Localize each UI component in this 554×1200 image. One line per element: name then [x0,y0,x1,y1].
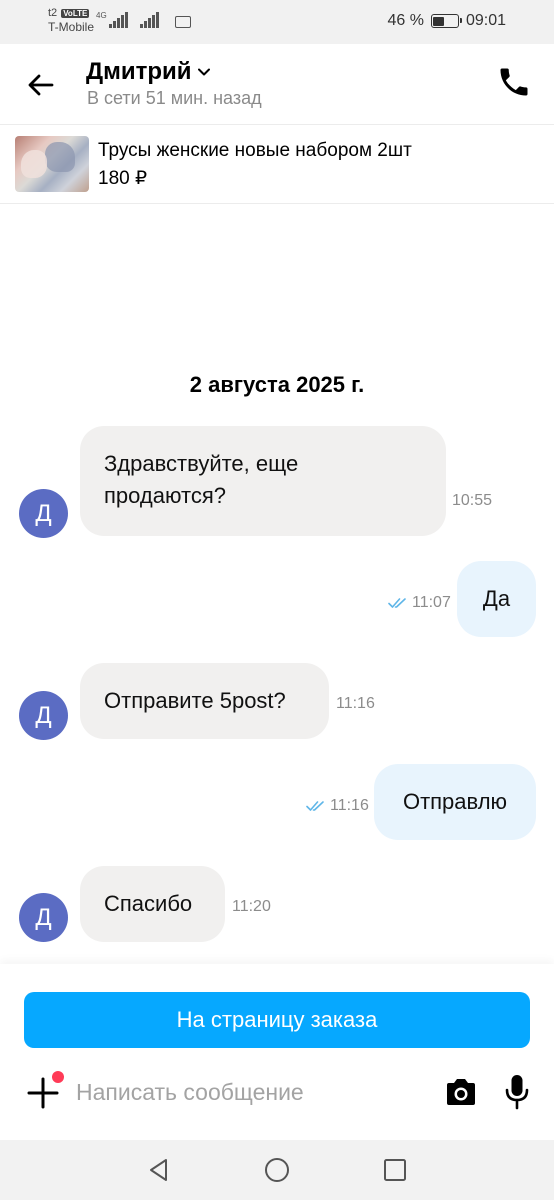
message-time: 11:20 [232,898,271,915]
contact-name-button[interactable]: Дмитрий [86,58,210,86]
product-title: Трусы женские новые набором 2шт [98,140,412,161]
phone-icon[interactable] [496,64,532,100]
network-type: 4G [96,11,107,20]
product-card[interactable]: Трусы женские новые набором 2шт 180 ₽ [0,124,554,204]
read-ticks-icon [306,801,324,811]
notification-dot [52,1071,64,1083]
message-time: 11:07 [412,594,451,611]
product-price: 180 ₽ [98,168,148,189]
message-bubble-incoming[interactable]: Спасибо [80,866,225,942]
nav-recents-icon[interactable] [383,1158,407,1182]
avatar[interactable]: Д [19,489,68,538]
back-arrow-icon[interactable] [26,70,56,100]
contact-status: В сети 51 мин. назад [87,88,262,108]
message-bubble-incoming[interactable]: Отправите 5post? [80,663,329,739]
signal-icon-2 [139,12,159,28]
message-text: Отправлю [402,789,508,814]
avatar[interactable]: Д [19,691,68,740]
message-status: 11:07 [388,594,451,612]
volte-badge: VoLTE [61,8,90,18]
message-text: Здравствуйте, еще продаются? [104,451,299,508]
product-image [15,136,89,192]
carrier-name: T-Mobile [48,20,95,34]
battery-icon [430,14,462,28]
message-text: Отправите 5post? [104,688,286,713]
microphone-icon[interactable] [504,1074,530,1110]
contact-name: Дмитрий [86,58,192,85]
chat-header: Дмитрий В сети 51 мин. назад [0,44,554,124]
status-bar: t2 VoLTE T-Mobile 4G 46 % 09:01 [0,0,554,44]
carrier-info: t2 VoLTE T-Mobile [48,7,94,34]
message-status: 11:16 [306,797,369,815]
system-navigation-bar [0,1140,554,1200]
message-time: 10:55 [452,492,493,509]
message-bubble-outgoing[interactable]: Отправлю [374,764,536,840]
camera-icon[interactable] [444,1076,478,1108]
read-ticks-icon [388,598,406,608]
message-text: Да [482,586,511,611]
message-input[interactable] [76,1072,426,1112]
order-page-button[interactable]: На страницу заказа [24,992,530,1048]
battery-fill [433,16,445,26]
signal-indicators: 4G [96,12,191,28]
nav-back-icon[interactable] [146,1157,172,1183]
message-bubble-outgoing[interactable]: Да [457,561,536,637]
message-time: 11:16 [330,797,369,814]
battery-percent: 46 % [387,12,424,29]
avatar[interactable]: Д [19,893,68,942]
message-text: Спасибо [104,891,193,916]
message-bubble-incoming[interactable]: Здравствуйте, еще продаются? [80,426,446,536]
nav-home-icon[interactable] [264,1157,290,1183]
signal-icon [108,12,128,28]
clock: 09:01 [465,12,506,29]
carrier-tag: t2 [48,7,58,19]
composer: На страницу заказа [0,964,554,1140]
date-separator: 2 августа 2025 г. [189,372,365,397]
chevron-down-icon [197,68,210,76]
tv-icon [174,16,191,28]
message-time: 11:16 [336,695,375,712]
